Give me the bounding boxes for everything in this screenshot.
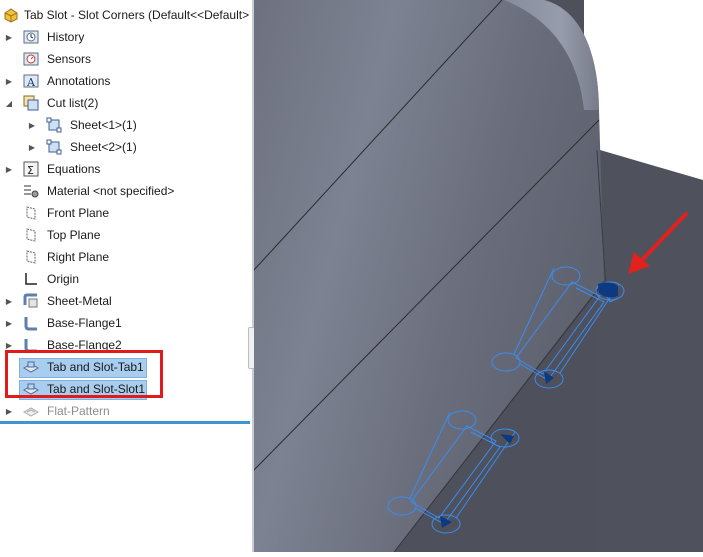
tree-item-origin[interactable]: Origin xyxy=(0,268,252,290)
expand-arrow-icon[interactable]: ▶ xyxy=(4,76,14,86)
tree-item-top-plane[interactable]: Top Plane xyxy=(0,224,252,246)
graphics-area[interactable] xyxy=(253,0,703,553)
sensors-icon xyxy=(22,50,40,68)
model-view xyxy=(253,0,703,553)
tree-item-sheet-1-1[interactable]: ▶ Sheet<1>(1) xyxy=(0,114,252,136)
tree-root[interactable]: Tab Slot - Slot Corners (Default<<Defaul… xyxy=(0,4,252,26)
tree-item-sheet-metal[interactable]: ▶ Sheet-Metal xyxy=(0,290,252,312)
tree-item-label: Right Plane xyxy=(47,250,110,264)
tree-item-cut-list-2[interactable]: ◢ Cut list(2) xyxy=(0,92,252,114)
tree-item-material-not-specified[interactable]: Material <not specified> xyxy=(0,180,252,202)
rollback-bar[interactable] xyxy=(0,421,250,424)
tree-item-right-plane[interactable]: Right Plane xyxy=(0,246,252,268)
tree-item-label: Origin xyxy=(47,272,80,286)
expand-arrow-icon[interactable]: ▶ xyxy=(4,340,14,350)
cut-list-icon xyxy=(22,94,40,112)
tree-item-label: Flat-Pattern xyxy=(47,404,110,418)
tree-item-history[interactable]: ▶ History xyxy=(0,26,252,48)
tree-item-label: Sheet-Metal xyxy=(47,294,112,308)
tree-item-label: Top Plane xyxy=(47,228,101,242)
tree-item-label: Sensors xyxy=(47,52,92,66)
history-icon xyxy=(22,28,40,46)
selected-features-highlight xyxy=(5,350,163,398)
material-icon xyxy=(22,182,40,200)
tree-item-label: Base-Flange1 xyxy=(47,316,122,330)
tree-item-flat-pattern[interactable]: ▶ Flat-Pattern xyxy=(0,400,252,422)
tree-item-front-plane[interactable]: Front Plane xyxy=(0,202,252,224)
tree-item-label: Equations xyxy=(47,162,101,176)
expand-arrow-icon[interactable]: ▶ xyxy=(27,142,37,152)
tree-item-label: History xyxy=(47,30,85,44)
tree-item-label: Annotations xyxy=(47,74,111,88)
expand-arrow-icon[interactable]: ▶ xyxy=(4,406,14,416)
tree-item-annotations[interactable]: ▶ A Annotations xyxy=(0,70,252,92)
plane-icon xyxy=(22,248,40,266)
expand-arrow-icon[interactable]: ▶ xyxy=(4,164,14,174)
tree-item-base-flange1[interactable]: ▶ Base-Flange1 xyxy=(0,312,252,334)
svg-text:Σ: Σ xyxy=(27,164,34,177)
flat-pattern-icon xyxy=(22,402,40,420)
expand-arrow-icon[interactable]: ▶ xyxy=(4,32,14,42)
sheet-icon xyxy=(45,116,63,134)
expand-arrow-icon[interactable]: ▶ xyxy=(4,318,14,328)
expand-arrow-icon[interactable]: ▶ xyxy=(27,120,37,130)
tree-item-sheet-2-1[interactable]: ▶ Sheet<2>(1) xyxy=(0,136,252,158)
tree-item-label: Sheet<2>(1) xyxy=(70,140,137,154)
part-icon xyxy=(2,6,20,24)
sheet-icon xyxy=(45,138,63,156)
tree-item-label: Cut list(2) xyxy=(47,96,99,110)
tree-root-label: Tab Slot - Slot Corners (Default<<Defaul… xyxy=(24,8,250,22)
collapse-arrow-icon[interactable]: ◢ xyxy=(4,98,14,108)
tree-item-label: Material <not specified> xyxy=(47,184,175,198)
tree-item-label: Front Plane xyxy=(47,206,110,220)
tree-item-sensors[interactable]: Sensors xyxy=(0,48,252,70)
flange-icon xyxy=(22,314,40,332)
feature-manager-tree: Tab Slot - Slot Corners (Default<<Defaul… xyxy=(0,0,252,552)
tree-item-label: Sheet<1>(1) xyxy=(70,118,137,132)
plane-icon xyxy=(22,226,40,244)
sheet-metal-icon xyxy=(22,292,40,310)
svg-text:A: A xyxy=(26,76,36,89)
equations-icon: Σ xyxy=(22,160,40,178)
plane-icon xyxy=(22,204,40,222)
origin-icon xyxy=(22,270,40,288)
tree-item-equations[interactable]: ▶ Σ Equations xyxy=(0,158,252,180)
annotations-icon: A xyxy=(22,72,40,90)
expand-arrow-icon[interactable]: ▶ xyxy=(4,296,14,306)
